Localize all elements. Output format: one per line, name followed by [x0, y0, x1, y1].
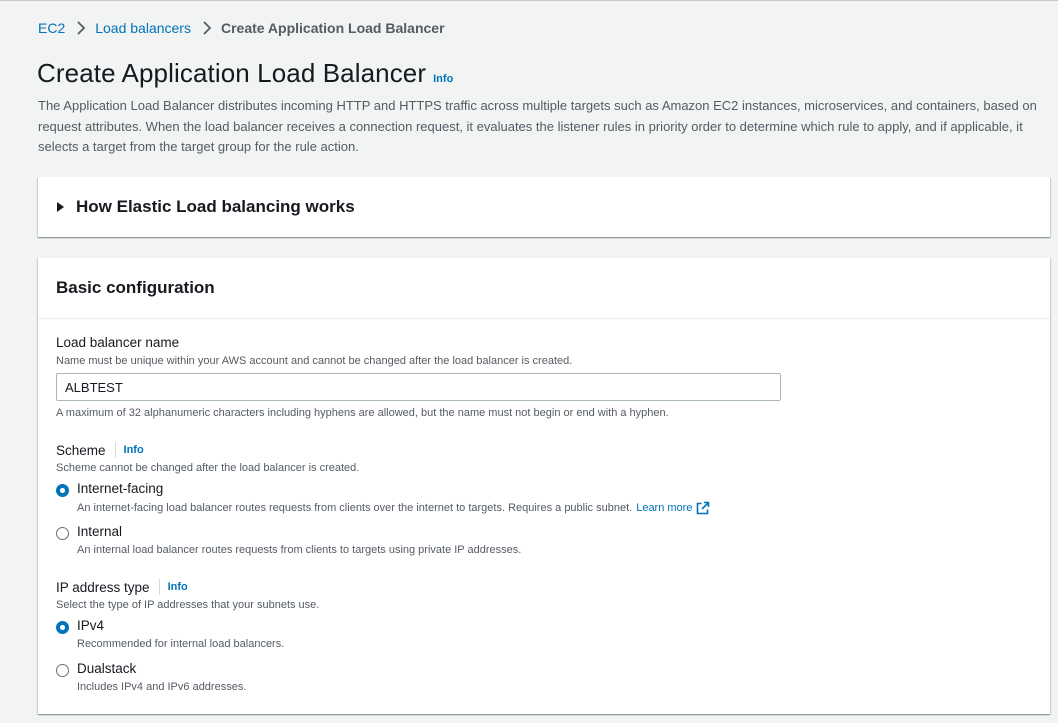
title-info-link[interactable]: Info: [433, 73, 453, 85]
page-title: Create Application Load Balancer: [37, 58, 427, 88]
name-constraint: A maximum of 32 alphanumeric characters …: [56, 407, 669, 419]
internal-desc-text: An internal load balancer routes request…: [77, 544, 522, 556]
dualstack-label[interactable]: Dualstack: [77, 661, 136, 676]
ipv4-label[interactable]: IPv4: [77, 618, 104, 633]
ip-type-label-text: IP address type: [56, 579, 150, 595]
breadcrumb-load-balancers[interactable]: Load balancers: [95, 20, 191, 36]
ipv4-desc-text: Recommended for internal load balancers.: [77, 638, 285, 650]
scheme-description: Scheme cannot be changed after the load …: [56, 462, 360, 474]
radio-internal[interactable]: [56, 527, 69, 540]
scheme-label-text: Scheme: [56, 442, 106, 458]
load-balancer-name-input[interactable]: [56, 373, 781, 401]
load-balancer-name-label: Load balancer name: [56, 335, 179, 350]
page-header: Create Application Load Balancer Info: [37, 58, 453, 89]
panel-title: Basic configuration: [56, 278, 215, 297]
caret-right-icon: [57, 202, 64, 212]
ip-type-description: Select the type of IP addresses that you…: [56, 599, 320, 611]
label-divider: [114, 442, 116, 458]
name-description: Name must be unique within your AWS acco…: [56, 355, 573, 367]
internet-facing-desc-text: An internet-facing load balancer routes …: [77, 502, 633, 514]
radio-ipv4[interactable]: [56, 621, 69, 634]
how-elb-works-expander[interactable]: How Elastic Load balancing works: [38, 177, 1050, 237]
radio-dualstack[interactable]: [56, 664, 69, 677]
ip-address-type-label: IP address type Info: [56, 579, 188, 595]
radio-internet-facing[interactable]: [56, 484, 69, 497]
top-border: [0, 0, 1058, 1]
breadcrumb-ec2[interactable]: EC2: [38, 20, 65, 36]
breadcrumb: EC2 Load balancers Create Application Lo…: [38, 20, 445, 36]
internet-facing-label[interactable]: Internet-facing: [77, 481, 163, 496]
expander-label: How Elastic Load balancing works: [76, 197, 355, 216]
ipv4-description: Recommended for internal load balancers.: [77, 638, 284, 650]
basic-configuration-panel: Basic configuration Load balancer name N…: [38, 258, 1050, 714]
learn-more-link[interactable]: Learn more: [636, 502, 692, 514]
chevron-right-icon: [203, 21, 211, 35]
internet-facing-description: An internet-facing load balancer routes …: [77, 501, 710, 515]
chevron-right-icon: [77, 21, 86, 35]
label-divider: [158, 579, 160, 595]
dualstack-description: Includes IPv4 and IPv6 addresses.: [77, 681, 246, 693]
name-label-text: Load balancer name: [56, 335, 180, 350]
scheme-info-link[interactable]: Info: [124, 444, 144, 456]
external-link-icon[interactable]: [696, 501, 710, 515]
page-description: The Application Load Balancer distribute…: [38, 98, 1037, 154]
dualstack-desc-text: Includes IPv4 and IPv6 addresses.: [77, 681, 247, 693]
panel-header: Basic configuration: [38, 258, 1050, 319]
breadcrumb-current: Create Application Load Balancer: [220, 20, 445, 36]
ip-type-info-link[interactable]: Info: [168, 581, 188, 593]
internal-description: An internal load balancer routes request…: [77, 544, 521, 556]
internal-label[interactable]: Internal: [77, 524, 122, 539]
scheme-label: Scheme Info: [56, 442, 144, 458]
